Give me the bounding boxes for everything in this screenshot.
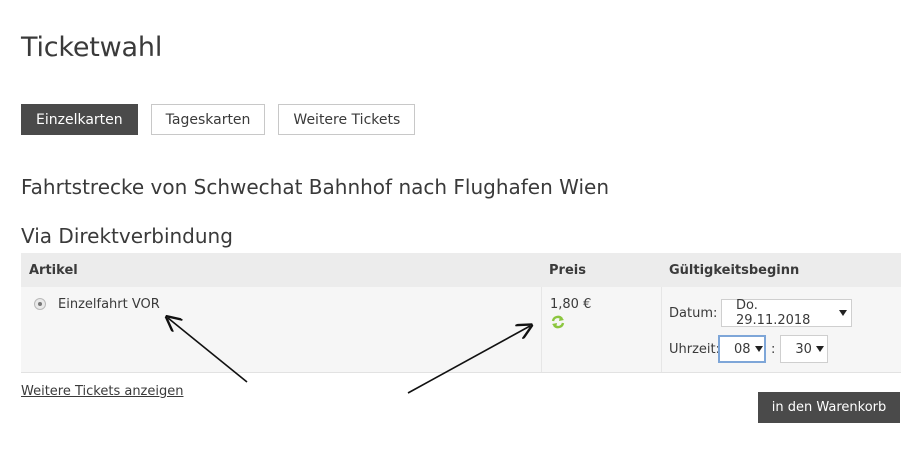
tab-einzelkarten[interactable]: Einzelkarten xyxy=(21,104,138,135)
chevron-down-icon xyxy=(815,346,824,352)
ticket-type-tabs: Einzelkarten Tageskarten Weitere Tickets xyxy=(21,104,416,135)
tab-weitere-tickets[interactable]: Weitere Tickets xyxy=(278,104,416,135)
add-to-cart-button[interactable]: in den Warenkorb xyxy=(758,392,900,423)
refresh-icon[interactable] xyxy=(550,315,566,329)
tab-tageskarten[interactable]: Tageskarten xyxy=(150,104,266,135)
header-preis: Preis xyxy=(549,262,586,278)
chevron-down-icon xyxy=(839,310,847,316)
via-title: Via Direktverbindung xyxy=(21,223,233,248)
datum-row: Datum: Do. 29.11.2018 xyxy=(669,298,901,328)
datum-value: Do. 29.11.2018 xyxy=(736,298,811,328)
cell-artikel: Einzelfahrt VOR xyxy=(21,287,541,372)
uhrzeit-row: Uhrzeit: 08 : 30 xyxy=(669,335,901,363)
header-artikel: Artikel xyxy=(29,262,78,278)
time-separator: : xyxy=(771,341,776,357)
route-title: Fahrtstrecke von Schwechat Bahnhof nach … xyxy=(21,174,610,199)
uhrzeit-label: Uhrzeit: xyxy=(669,341,721,357)
ticket-name: Einzelfahrt VOR xyxy=(58,297,160,312)
datum-select[interactable]: Do. 29.11.2018 xyxy=(721,298,852,328)
datum-label: Datum: xyxy=(669,305,718,321)
ticket-radio[interactable] xyxy=(34,298,46,310)
minute-value: 30 xyxy=(795,341,812,357)
table-header: Artikel Preis Gültigkeitsbeginn xyxy=(21,253,901,287)
cell-gueltigkeitsbeginn: Datum: Do. 29.11.2018 Uhrzeit: 08 : 30 xyxy=(661,287,901,372)
more-tickets-link[interactable]: Weitere Tickets anzeigen xyxy=(21,384,183,399)
table-row: Einzelfahrt VOR 1,80 € Datum: Do. 29.11.… xyxy=(21,287,901,373)
header-gueltigkeitsbeginn: Gültigkeitsbeginn xyxy=(669,262,800,278)
hour-value: 08 xyxy=(734,341,751,357)
page-title: Ticketwahl xyxy=(21,32,163,64)
ticket-price: 1,80 € xyxy=(550,297,592,312)
cell-preis: 1,80 € xyxy=(541,287,661,372)
ticket-table: Artikel Preis Gültigkeitsbeginn Einzelfa… xyxy=(21,253,901,373)
hour-select[interactable]: 08 xyxy=(718,335,766,363)
chevron-down-icon xyxy=(754,346,763,352)
minute-select[interactable]: 30 xyxy=(780,335,829,363)
